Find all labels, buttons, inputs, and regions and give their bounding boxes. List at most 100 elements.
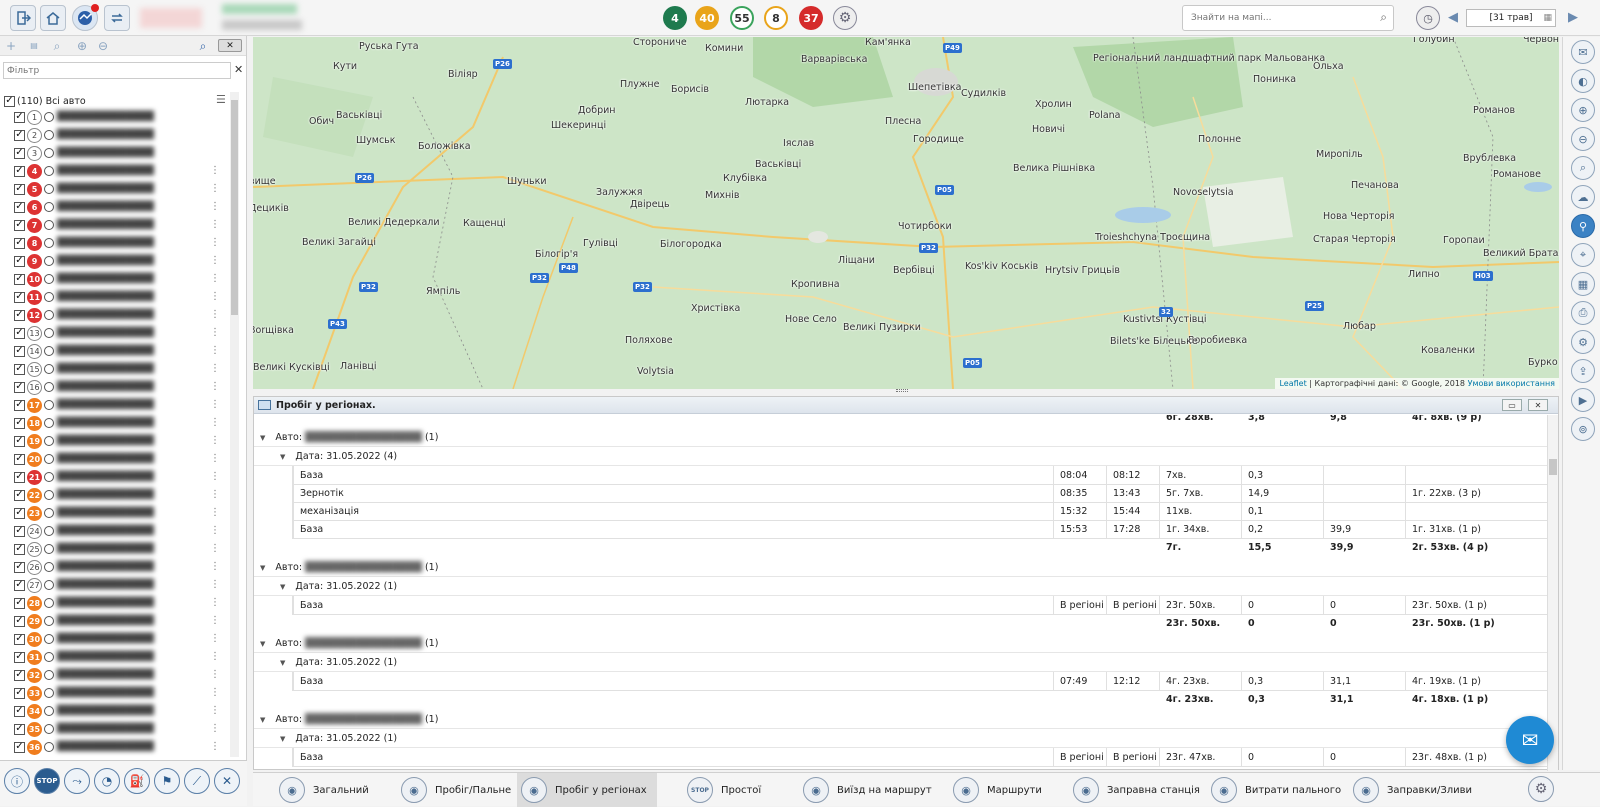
vehicle-checkbox[interactable]: ✓ <box>14 327 25 339</box>
date-group-row[interactable]: ▼ Дата: 31.05.2022 (1) <box>254 729 1548 748</box>
status-counter-offline[interactable]: 37 <box>799 6 823 30</box>
vehicle-menu-icon[interactable]: ⋮ <box>210 273 220 284</box>
vehicle-checkbox[interactable]: ✓ <box>14 183 25 195</box>
layers-icon[interactable]: ◐ <box>1571 69 1595 93</box>
tab-fuel-gauge[interactable]: ◉ Витрати пального <box>1207 773 1351 807</box>
vehicle-checkbox[interactable]: ✓ <box>14 363 25 375</box>
vehicle-row[interactable]: ✓ 19 ██████████████ ⋮ <box>14 432 230 450</box>
vehicle-checkbox[interactable]: ✓ <box>14 723 25 735</box>
vehicle-checkbox[interactable]: ✓ <box>14 255 25 267</box>
resize-handle[interactable] <box>896 389 908 392</box>
vehicle-row[interactable]: ✓ 31 ██████████████ ⋮ <box>14 648 230 666</box>
vehicle-menu-icon[interactable]: ⋮ <box>210 399 220 410</box>
fuel-icon[interactable]: ⛽ <box>124 768 150 794</box>
vehicle-menu-icon[interactable]: ⋮ <box>210 705 220 716</box>
vehicle-checkbox[interactable]: ✓ <box>14 273 25 285</box>
tab-road[interactable]: ◉ Пробіг/Пальне <box>397 773 521 807</box>
vehicle-row[interactable]: ✓ 33 ██████████████ ⋮ <box>14 684 230 702</box>
vehicle-row[interactable]: ✓ 20 ██████████████ ⋮ <box>14 450 230 468</box>
map-search-input[interactable] <box>1183 6 1363 30</box>
vehicle-row[interactable]: ✓ 22 ██████████████ ⋮ <box>14 486 230 504</box>
pin-icon[interactable]: ⚲ <box>1571 214 1595 238</box>
flag-icon[interactable]: ⚑ <box>154 768 180 794</box>
switch-icon[interactable] <box>104 5 130 31</box>
tab-car-route[interactable]: ◉ Маршрути <box>949 773 1052 807</box>
vehicle-row[interactable]: ✓ 36 ██████████████ ⋮ <box>14 738 230 756</box>
scrollbar-thumb[interactable] <box>1549 459 1557 475</box>
vehicle-menu-icon[interactable]: ⋮ <box>210 453 220 464</box>
all-vehicles-row[interactable]: ✓ (110) Всі авто <box>4 93 86 109</box>
vehicle-checkbox[interactable]: ✓ <box>14 147 25 159</box>
vehicle-menu-icon[interactable]: ⋮ <box>210 327 220 338</box>
add-vehicle-icon[interactable]: ▤ <box>27 39 41 53</box>
vehicle-row[interactable]: ✓ 27 ██████████████ ⋮ <box>14 576 230 594</box>
vehicle-row[interactable]: ✓ 16 ██████████████ ⋮ <box>14 378 230 396</box>
collapse-arrow-icon[interactable]: ▼ <box>260 716 265 724</box>
vehicle-row[interactable]: ✓ 29 ██████████████ ⋮ <box>14 612 230 630</box>
vehicle-menu-icon[interactable]: ⋮ <box>210 597 220 608</box>
mail-icon[interactable]: ✉ <box>1571 40 1595 64</box>
vehicle-row[interactable]: ✓ 8 ██████████████ ⋮ <box>14 234 230 252</box>
vehicle-menu-icon[interactable]: ⋮ <box>210 219 220 230</box>
vehicle-menu-icon[interactable]: ⋮ <box>210 183 220 194</box>
vehicle-row[interactable]: ✓ 21 ██████████████ ⋮ <box>14 468 230 486</box>
vehicle-menu-icon[interactable]: ⋮ <box>210 291 220 302</box>
date-group-row[interactable]: ▼ Дата: 31.05.2022 (1) <box>254 577 1548 596</box>
vehicle-checkbox[interactable]: ✓ <box>14 201 25 213</box>
vehicle-row[interactable]: ✓ 7 ██████████████ ⋮ <box>14 216 230 234</box>
grid-map-icon[interactable]: ▦ <box>1571 272 1595 296</box>
search-icon[interactable]: ⌕ <box>1571 156 1595 180</box>
vehicle-checkbox[interactable]: ✓ <box>14 633 25 645</box>
vehicle-group-row[interactable]: ▼ Авто: ████████████████ (1) <box>254 428 1548 447</box>
vehicle-row[interactable]: ✓ 34 ██████████████ ⋮ <box>14 702 230 720</box>
vehicle-row[interactable]: ✓ 17 ██████████████ ⋮ <box>14 396 230 414</box>
vehicle-checkbox[interactable]: ✓ <box>14 165 25 177</box>
vehicle-menu-icon[interactable]: ⋮ <box>210 633 220 644</box>
vehicle-row[interactable]: ✓ 6 ██████████████ ⋮ <box>14 198 230 216</box>
vehicle-checkbox[interactable]: ✓ <box>14 399 25 411</box>
all-checkbox[interactable]: ✓ <box>4 95 15 107</box>
vehicle-row[interactable]: ✓ 5 ██████████████ ⋮ <box>14 180 230 198</box>
vehicle-checkbox[interactable]: ✓ <box>14 687 25 699</box>
restore-window-button[interactable]: ▭ <box>1502 399 1522 411</box>
vehicle-checkbox[interactable]: ✓ <box>14 345 25 357</box>
vehicle-menu-icon[interactable]: ⋮ <box>210 255 220 266</box>
vehicle-menu-icon[interactable]: ⋮ <box>210 471 220 482</box>
vehicle-checkbox[interactable]: ✓ <box>14 453 25 465</box>
vehicle-menu-icon[interactable]: ⋮ <box>210 543 220 554</box>
vehicle-row[interactable]: ✓ 15 ██████████████ ⋮ <box>14 360 230 378</box>
status-counter-idle[interactable]: 40 <box>695 6 719 30</box>
status-counter-moving[interactable]: 55 <box>730 6 754 30</box>
vehicle-checkbox[interactable]: ✓ <box>14 129 25 141</box>
vehicle-menu-icon[interactable]: ⋮ <box>210 201 220 212</box>
vehicle-menu-icon[interactable]: ⋮ <box>210 363 220 374</box>
vehicle-menu-icon[interactable]: ⋮ <box>210 615 220 626</box>
vehicle-menu-icon[interactable]: ⋮ <box>210 381 220 392</box>
vehicle-row[interactable]: ✓ 11 ██████████████ ⋮ <box>14 288 230 306</box>
vehicle-checkbox[interactable]: ✓ <box>14 471 25 483</box>
list-menu-icon[interactable]: ☰ <box>216 93 226 106</box>
vehicle-menu-icon[interactable]: ⋮ <box>210 741 220 752</box>
vehicle-group-row[interactable]: ▼ Авто: ████████████████ (1) <box>254 558 1548 577</box>
zoom-in-icon[interactable]: ⊕ <box>1571 98 1595 122</box>
vehicle-row[interactable]: ✓ 13 ██████████████ ⋮ <box>14 324 230 342</box>
zoom-icon[interactable]: ⌕ <box>50 39 64 53</box>
vehicle-row[interactable]: ✓ 10 ██████████████ ⋮ <box>14 270 230 288</box>
date-group-row[interactable]: ▼ Дата: 31.05.2022 (4) <box>254 447 1548 466</box>
vehicle-row[interactable]: ✓ 23 ██████████████ ⋮ <box>14 504 230 522</box>
vehicle-checkbox[interactable]: ✓ <box>14 579 25 591</box>
vehicle-checkbox[interactable]: ✓ <box>14 651 25 663</box>
calendar-icon[interactable]: ▦ <box>1543 13 1552 23</box>
vehicle-row[interactable]: ✓ 30 ██████████████ ⋮ <box>14 630 230 648</box>
vehicle-row[interactable]: ✓ 35 ██████████████ ⋮ <box>14 720 230 738</box>
vehicle-checkbox[interactable]: ✓ <box>14 309 25 321</box>
tab-route[interactable]: ◉ Загальний <box>275 773 379 807</box>
home-icon[interactable] <box>40 5 66 31</box>
collapse-arrow-icon[interactable]: ▼ <box>280 583 285 591</box>
report-scrollbar[interactable] <box>1547 415 1558 771</box>
route-icon[interactable]: ⤳ <box>64 768 90 794</box>
tab-route-departure[interactable]: ◉ Виїзд на маршрут <box>799 773 942 807</box>
vehicle-row[interactable]: ✓ 28 ██████████████ ⋮ <box>14 594 230 612</box>
video-icon[interactable]: ▶ <box>1571 388 1595 412</box>
status-counter-online[interactable]: 4 <box>663 6 687 30</box>
